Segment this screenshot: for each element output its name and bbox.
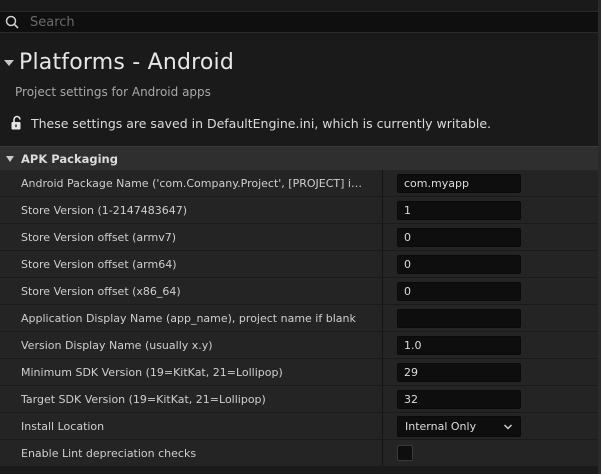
search-input[interactable] [24,12,601,32]
collapse-arrow-icon[interactable] [4,59,14,66]
setting-row-store-version: Store Version (1-2147483647) 1 [0,197,601,224]
setting-row-store-offset-armv7: Store Version offset (armv7) 0 [0,224,601,251]
setting-row-target-sdk: Target SDK Version (19=KitKat, 21=Lollip… [0,386,601,413]
setting-label: Enable Lint depreciation checks [21,446,197,460]
title-row[interactable]: Platforms - Android [4,50,234,75]
column-divider[interactable] [382,224,383,250]
install-location-value: Internal Only [405,420,477,433]
install-location-dropdown[interactable]: Internal Only [397,416,521,437]
store-offset-arm64-input[interactable]: 0 [397,255,521,274]
setting-row-store-offset-x86-64: Store Version offset (x86_64) 0 [0,278,601,305]
setting-label: Store Version offset (x86_64) [21,284,181,298]
setting-label: Install Location [21,419,105,433]
chevron-down-icon [503,422,513,432]
setting-row-version-display-name: Version Display Name (usually x.y) 1.0 [0,332,601,359]
setting-label: Android Package Name ('com.Company.Proje… [21,176,362,190]
setting-label: Minimum SDK Version (19=KitKat, 21=Lolli… [21,365,283,379]
setting-label: Store Version offset (arm64) [21,257,177,271]
setting-label: Version Display Name (usually x.y) [21,338,213,352]
package-name-input[interactable]: com.myapp [397,174,521,193]
settings-list: Android Package Name ('com.Company.Proje… [0,170,601,467]
column-divider[interactable] [382,170,383,196]
target-sdk-input[interactable]: 32 [397,390,521,409]
section-apk-packaging[interactable]: APK Packaging [0,146,601,170]
writable-status: These settings are saved in DefaultEngin… [10,115,491,131]
setting-label: Application Display Name (app_name), pro… [21,311,356,325]
column-divider[interactable] [382,359,383,385]
search-icon [0,11,24,33]
column-divider[interactable] [382,386,383,412]
setting-row-package-name: Android Package Name ('com.Company.Proje… [0,170,601,197]
setting-label: Store Version offset (armv7) [21,230,177,244]
store-version-input[interactable]: 1 [397,201,521,220]
page-title: Platforms - Android [19,50,235,75]
page-subtitle: Project settings for Android apps [15,85,211,99]
setting-row-min-sdk: Minimum SDK Version (19=KitKat, 21=Lolli… [0,359,601,386]
store-offset-armv7-input[interactable]: 0 [397,228,521,247]
column-divider[interactable] [382,305,383,331]
min-sdk-input[interactable]: 29 [397,363,521,382]
column-divider[interactable] [382,332,383,358]
setting-row-store-offset-arm64: Store Version offset (arm64) 0 [0,251,601,278]
setting-row-install-location: Install Location Internal Only [0,413,601,440]
setting-row-app-display-name: Application Display Name (app_name), pro… [0,305,601,332]
column-divider[interactable] [382,440,383,466]
section-collapse-icon[interactable] [6,155,14,162]
writable-message: These settings are saved in DefaultEngin… [31,115,492,131]
section-title: APK Packaging [21,151,118,166]
column-divider[interactable] [382,197,383,223]
column-divider[interactable] [382,278,383,304]
setting-label: Target SDK Version (19=KitKat, 21=Lollip… [21,392,266,406]
page-header: Platforms - Android Project settings for… [0,36,601,146]
column-divider[interactable] [382,251,383,277]
unlock-icon [10,115,24,131]
lint-checks-checkbox[interactable] [397,445,413,461]
search-bar [0,11,601,33]
setting-row-lint-checks: Enable Lint depreciation checks [0,440,601,467]
setting-label: Store Version (1-2147483647) [21,203,188,217]
app-display-name-input[interactable] [397,309,521,328]
store-offset-x86-64-input[interactable]: 0 [397,282,521,301]
version-display-name-input[interactable]: 1.0 [397,336,521,355]
column-divider[interactable] [382,413,383,439]
